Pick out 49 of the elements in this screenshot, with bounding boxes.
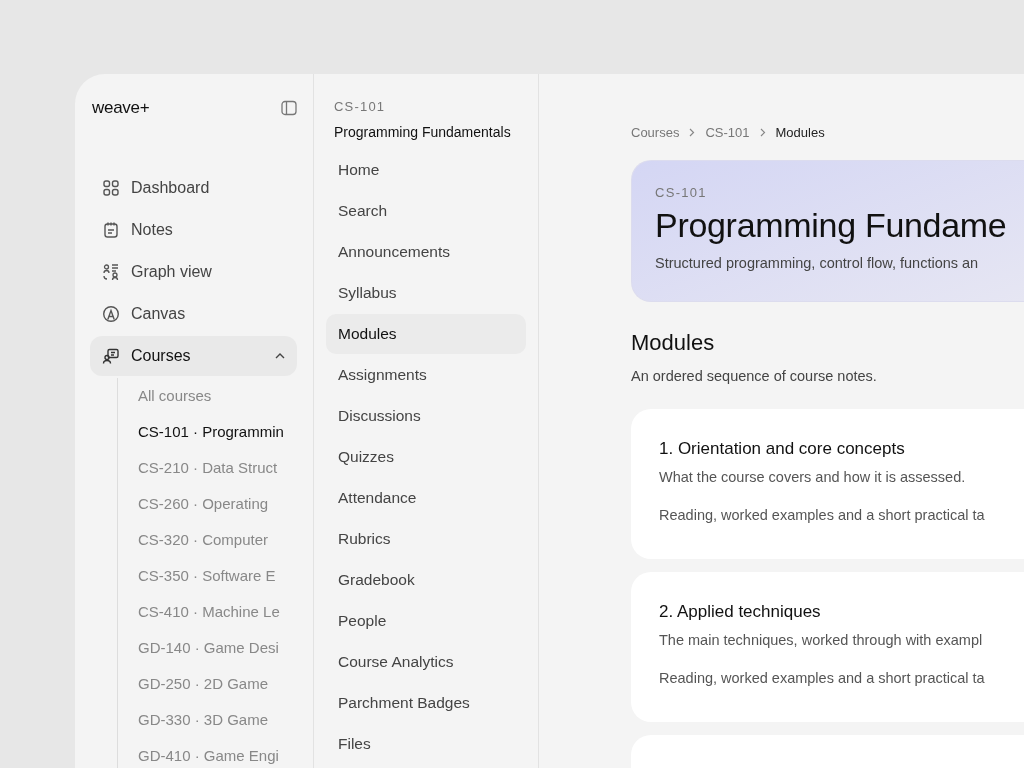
- course-menu-item[interactable]: Attendance: [326, 478, 526, 518]
- course-menu-item[interactable]: Search: [326, 191, 526, 231]
- module-title: 1. Orientation and core concepts: [659, 439, 906, 459]
- course-menu-item[interactable]: Syllabus: [326, 273, 526, 313]
- course-menu-item[interactable]: Rubrics: [326, 519, 526, 559]
- breadcrumb-current: Modules: [775, 124, 825, 140]
- sidebar-item[interactable]: Graph view: [90, 252, 297, 292]
- module-card[interactable]: 1. Orientation and core concepts What the course covers and how it is assessed. Reading, worked examples and a short practical ta: [631, 409, 1024, 559]
- course-menu-item[interactable]: Home: [326, 150, 526, 190]
- section-title: Modules: [631, 330, 716, 356]
- module-detail: Reading, worked examples and a short practical ta: [659, 670, 986, 686]
- course-menu-item[interactable]: Discussions: [326, 396, 526, 436]
- grid-icon: [102, 179, 120, 197]
- course-link[interactable]: CS-101 · Programmin: [118, 414, 297, 450]
- course-menu-item[interactable]: Quizzes: [326, 437, 526, 477]
- course-menu-item[interactable]: Modules: [326, 314, 526, 354]
- section-subtitle: An ordered sequence of course notes.: [631, 368, 878, 384]
- course-menu-item[interactable]: Course Analytics: [326, 642, 526, 682]
- module-title: 2. Applied techniques: [659, 602, 822, 622]
- sidebar-item[interactable]: Canvas: [90, 294, 297, 334]
- presenter-icon: [102, 347, 120, 365]
- course-menu-item[interactable]: Parchment Badges: [326, 683, 526, 723]
- sidebar-item[interactable]: Courses: [90, 336, 297, 376]
- course-title: Programming Fundamentals: [333, 124, 512, 140]
- people-list-icon: [102, 263, 120, 281]
- breadcrumb-link[interactable]: CS-101: [705, 124, 750, 140]
- module-detail: Reading, worked examples and a short practical ta: [659, 507, 986, 523]
- sidebar-item[interactable]: Dashboard: [90, 168, 297, 208]
- course-menu-item[interactable]: People: [326, 601, 526, 641]
- app-logo: weave+: [92, 98, 150, 118]
- course-menu-item[interactable]: Gradebook: [326, 560, 526, 600]
- chevron-right-icon: [759, 127, 766, 137]
- banner-code: CS-101: [655, 185, 708, 200]
- breadcrumb-link[interactable]: Courses: [631, 124, 680, 140]
- course-menu-item[interactable]: Files: [326, 724, 526, 764]
- chevron-right-icon: [689, 127, 696, 137]
- course-menu-item[interactable]: Assignments: [326, 355, 526, 395]
- chevron-up-icon[interactable]: [275, 353, 285, 359]
- notepad-icon: [102, 221, 120, 239]
- module-summary: The main techniques, worked through with exampl: [659, 632, 984, 648]
- circled-a-icon: [102, 305, 120, 323]
- banner-title: Programming Fundame: [655, 206, 1008, 245]
- course-menu-item[interactable]: Announcements: [326, 232, 526, 272]
- course-code: CS-101: [333, 99, 387, 115]
- sidebar-item[interactable]: Notes: [90, 210, 297, 250]
- module-summary: What the course covers and how it is assessed.: [659, 469, 967, 485]
- module-card[interactable]: 2. Applied techniques The main techniques, worked through with exampl Reading, worked examples and a short practical ta: [631, 572, 1024, 722]
- sidebar-toggle-icon[interactable]: [281, 100, 297, 116]
- banner-subtitle: Structured programming, control flow, functions an: [655, 255, 980, 271]
